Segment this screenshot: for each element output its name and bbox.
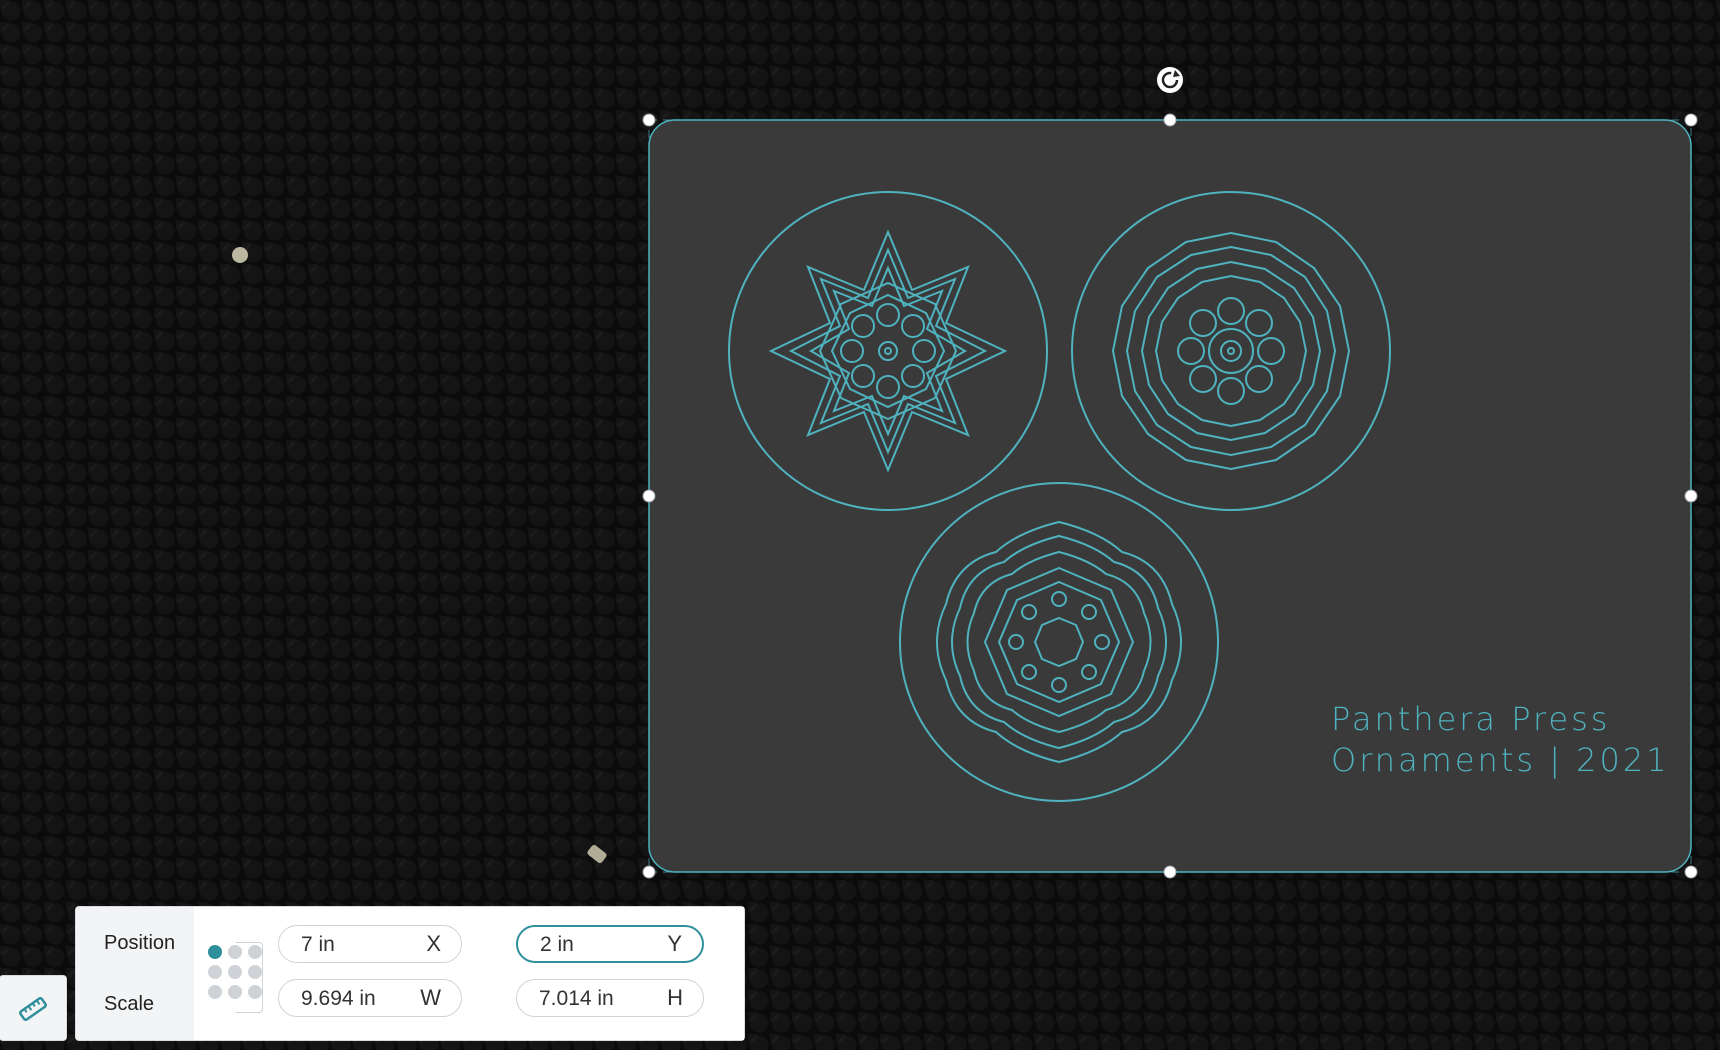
anchor-middle-left[interactable]: [208, 965, 222, 979]
panel-labels: Position Scale: [76, 907, 194, 1040]
ruler-tool-button[interactable]: [0, 976, 66, 1040]
handle-middle-right[interactable]: [1684, 489, 1698, 503]
handle-middle-left[interactable]: [642, 489, 656, 503]
debris-speck: [232, 247, 248, 263]
anchor-bottom-right[interactable]: [248, 985, 262, 999]
w-axis-label: W: [420, 985, 441, 1010]
transform-panel: Position Scale X Y W: [76, 907, 744, 1040]
h-field[interactable]: H: [516, 979, 704, 1018]
y-field[interactable]: Y: [516, 925, 704, 963]
anchor-top-left[interactable]: [208, 945, 222, 959]
anchor-bottom-left[interactable]: [208, 985, 222, 999]
anchor-middle-right[interactable]: [248, 965, 262, 979]
rotate-icon[interactable]: [1157, 67, 1183, 93]
panel-controls: X Y W H: [194, 907, 744, 1040]
y-axis-label: Y: [667, 931, 682, 956]
anchor-point-selector[interactable]: [208, 942, 268, 1013]
handle-bottom-right[interactable]: [1684, 865, 1698, 879]
anchor-center[interactable]: [228, 965, 242, 979]
w-input[interactable]: [299, 980, 413, 1018]
y-input[interactable]: [538, 927, 652, 963]
anchor-top-center[interactable]: [228, 945, 242, 959]
workspace-canvas[interactable]: Panthera Press Ornaments | 2021: [0, 0, 1720, 1050]
position-label: Position: [104, 932, 176, 954]
anchor-bottom-center[interactable]: [228, 985, 242, 999]
handle-top-middle[interactable]: [1163, 113, 1177, 127]
h-input[interactable]: [537, 980, 651, 1018]
design-text-line2: Ornaments | 2021: [1331, 741, 1670, 779]
w-field[interactable]: W: [278, 979, 462, 1018]
handle-bottom-middle[interactable]: [1163, 865, 1177, 879]
x-axis-label: X: [426, 931, 441, 956]
anchor-top-right[interactable]: [248, 945, 262, 959]
h-axis-label: H: [667, 985, 683, 1010]
handle-top-left[interactable]: [642, 113, 656, 127]
debris-speck: [587, 844, 607, 864]
x-input[interactable]: [299, 926, 413, 964]
scale-label: Scale: [104, 993, 155, 1015]
handle-bottom-left[interactable]: [642, 865, 656, 879]
handle-top-right[interactable]: [1684, 113, 1698, 127]
design-text-line1: Panthera Press: [1331, 700, 1610, 738]
ruler-icon: [19, 996, 47, 1022]
design-object[interactable]: Panthera Press Ornaments | 2021: [648, 119, 1692, 873]
x-field[interactable]: X: [278, 925, 462, 964]
